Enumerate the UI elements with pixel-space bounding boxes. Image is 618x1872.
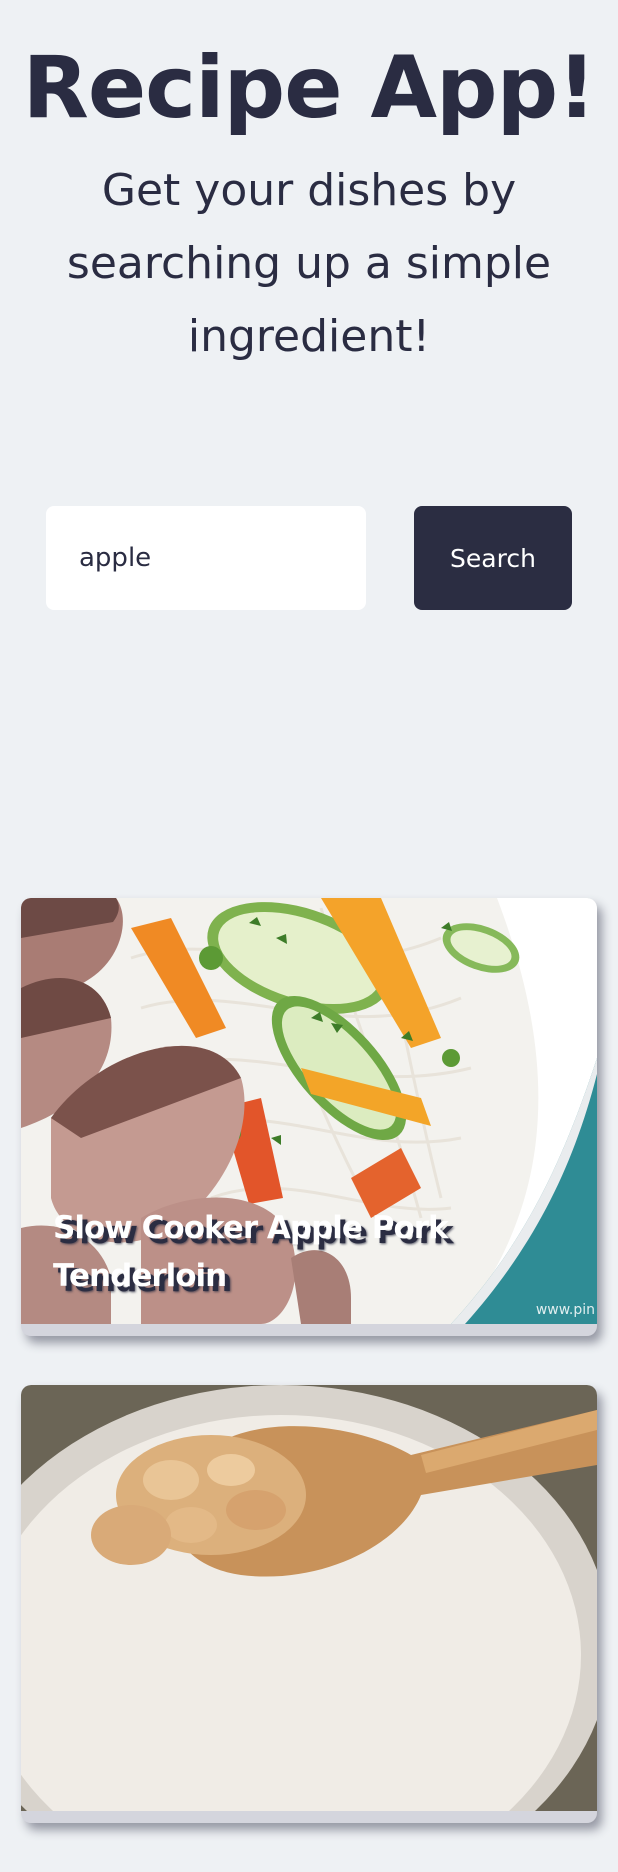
app-title: Recipe App!	[22, 38, 597, 138]
recipe-card[interactable]	[21, 1385, 597, 1823]
recipe-card[interactable]: Slow Cooker Apple Pork Tenderloin www.pi…	[21, 898, 597, 1336]
search-input[interactable]	[46, 506, 366, 610]
page-header: Recipe App! Get your dishes by searching…	[0, 0, 618, 373]
applesauce-spoon-photo-icon	[21, 1385, 597, 1811]
recipe-results: Slow Cooker Apple Pork Tenderloin www.pi…	[21, 898, 597, 1872]
recipe-image	[21, 1385, 597, 1811]
app-subtitle: Get your dishes by searching up a simple…	[66, 165, 552, 362]
image-watermark: www.pin	[535, 1302, 595, 1318]
search-form: Search	[46, 506, 572, 610]
recipe-title: Slow Cooker Apple Pork Tenderloin	[53, 1210, 449, 1294]
search-button[interactable]: Search	[414, 506, 572, 610]
